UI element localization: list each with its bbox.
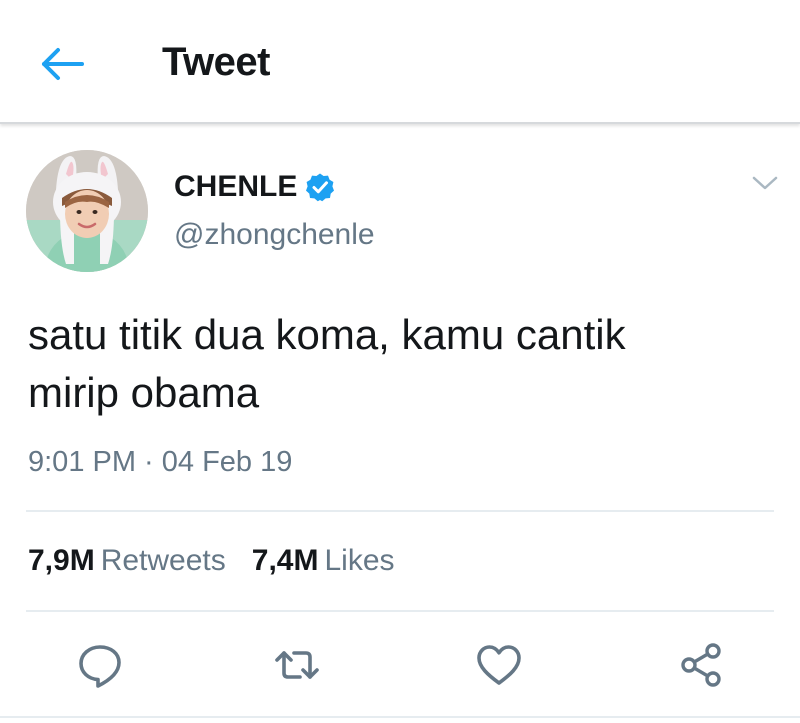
retweet-icon: [275, 651, 319, 679]
page-title: Tweet: [162, 40, 270, 84]
divider: [26, 610, 774, 612]
like-button[interactable]: [474, 640, 524, 690]
reply-icon: [79, 645, 121, 688]
tweet-text-line: satu titik dua koma, kamu cantik: [28, 311, 626, 358]
engagement-stats: 7,9M Retweets 7,4M Likes: [28, 544, 421, 578]
divider: [26, 510, 774, 512]
bottom-divider: [0, 716, 800, 718]
likes-stat[interactable]: 7,4M Likes: [252, 544, 395, 578]
retweets-label: Retweets: [100, 544, 226, 577]
verified-badge-icon: [306, 173, 335, 202]
reply-button[interactable]: [75, 640, 125, 690]
share-button[interactable]: [676, 640, 726, 690]
profile-photo: [26, 150, 148, 272]
avatar[interactable]: [26, 150, 148, 272]
author-name-row: CHENLE: [174, 170, 335, 204]
tweet-timestamp: 9:01 PM · 04 Feb 19: [28, 446, 293, 478]
top-app-bar: Tweet: [0, 0, 800, 124]
arrow-left-icon: [42, 48, 84, 80]
heart-icon: [477, 645, 521, 685]
likes-count: 7,4M: [251, 544, 319, 577]
user-handle[interactable]: @zhongchenle: [174, 218, 375, 252]
tweet-text-line: mirip obama: [28, 369, 260, 416]
tweet-text: satu titik dua koma, kamu cantik mirip o…: [28, 306, 768, 422]
share-icon: [681, 643, 721, 687]
chevron-down-icon: [752, 176, 778, 190]
retweet-button[interactable]: [272, 640, 322, 690]
more-options-button[interactable]: [750, 172, 780, 194]
back-button[interactable]: [36, 44, 88, 84]
tweet-detail-screen: Tweet CHENLE @zhongchenle satu titik dua…: [0, 0, 800, 723]
retweets-count: 7,9M: [28, 544, 95, 577]
retweets-stat[interactable]: 7,9M Retweets: [28, 544, 226, 578]
likes-label: Likes: [324, 544, 395, 577]
display-name[interactable]: CHENLE: [174, 170, 297, 204]
